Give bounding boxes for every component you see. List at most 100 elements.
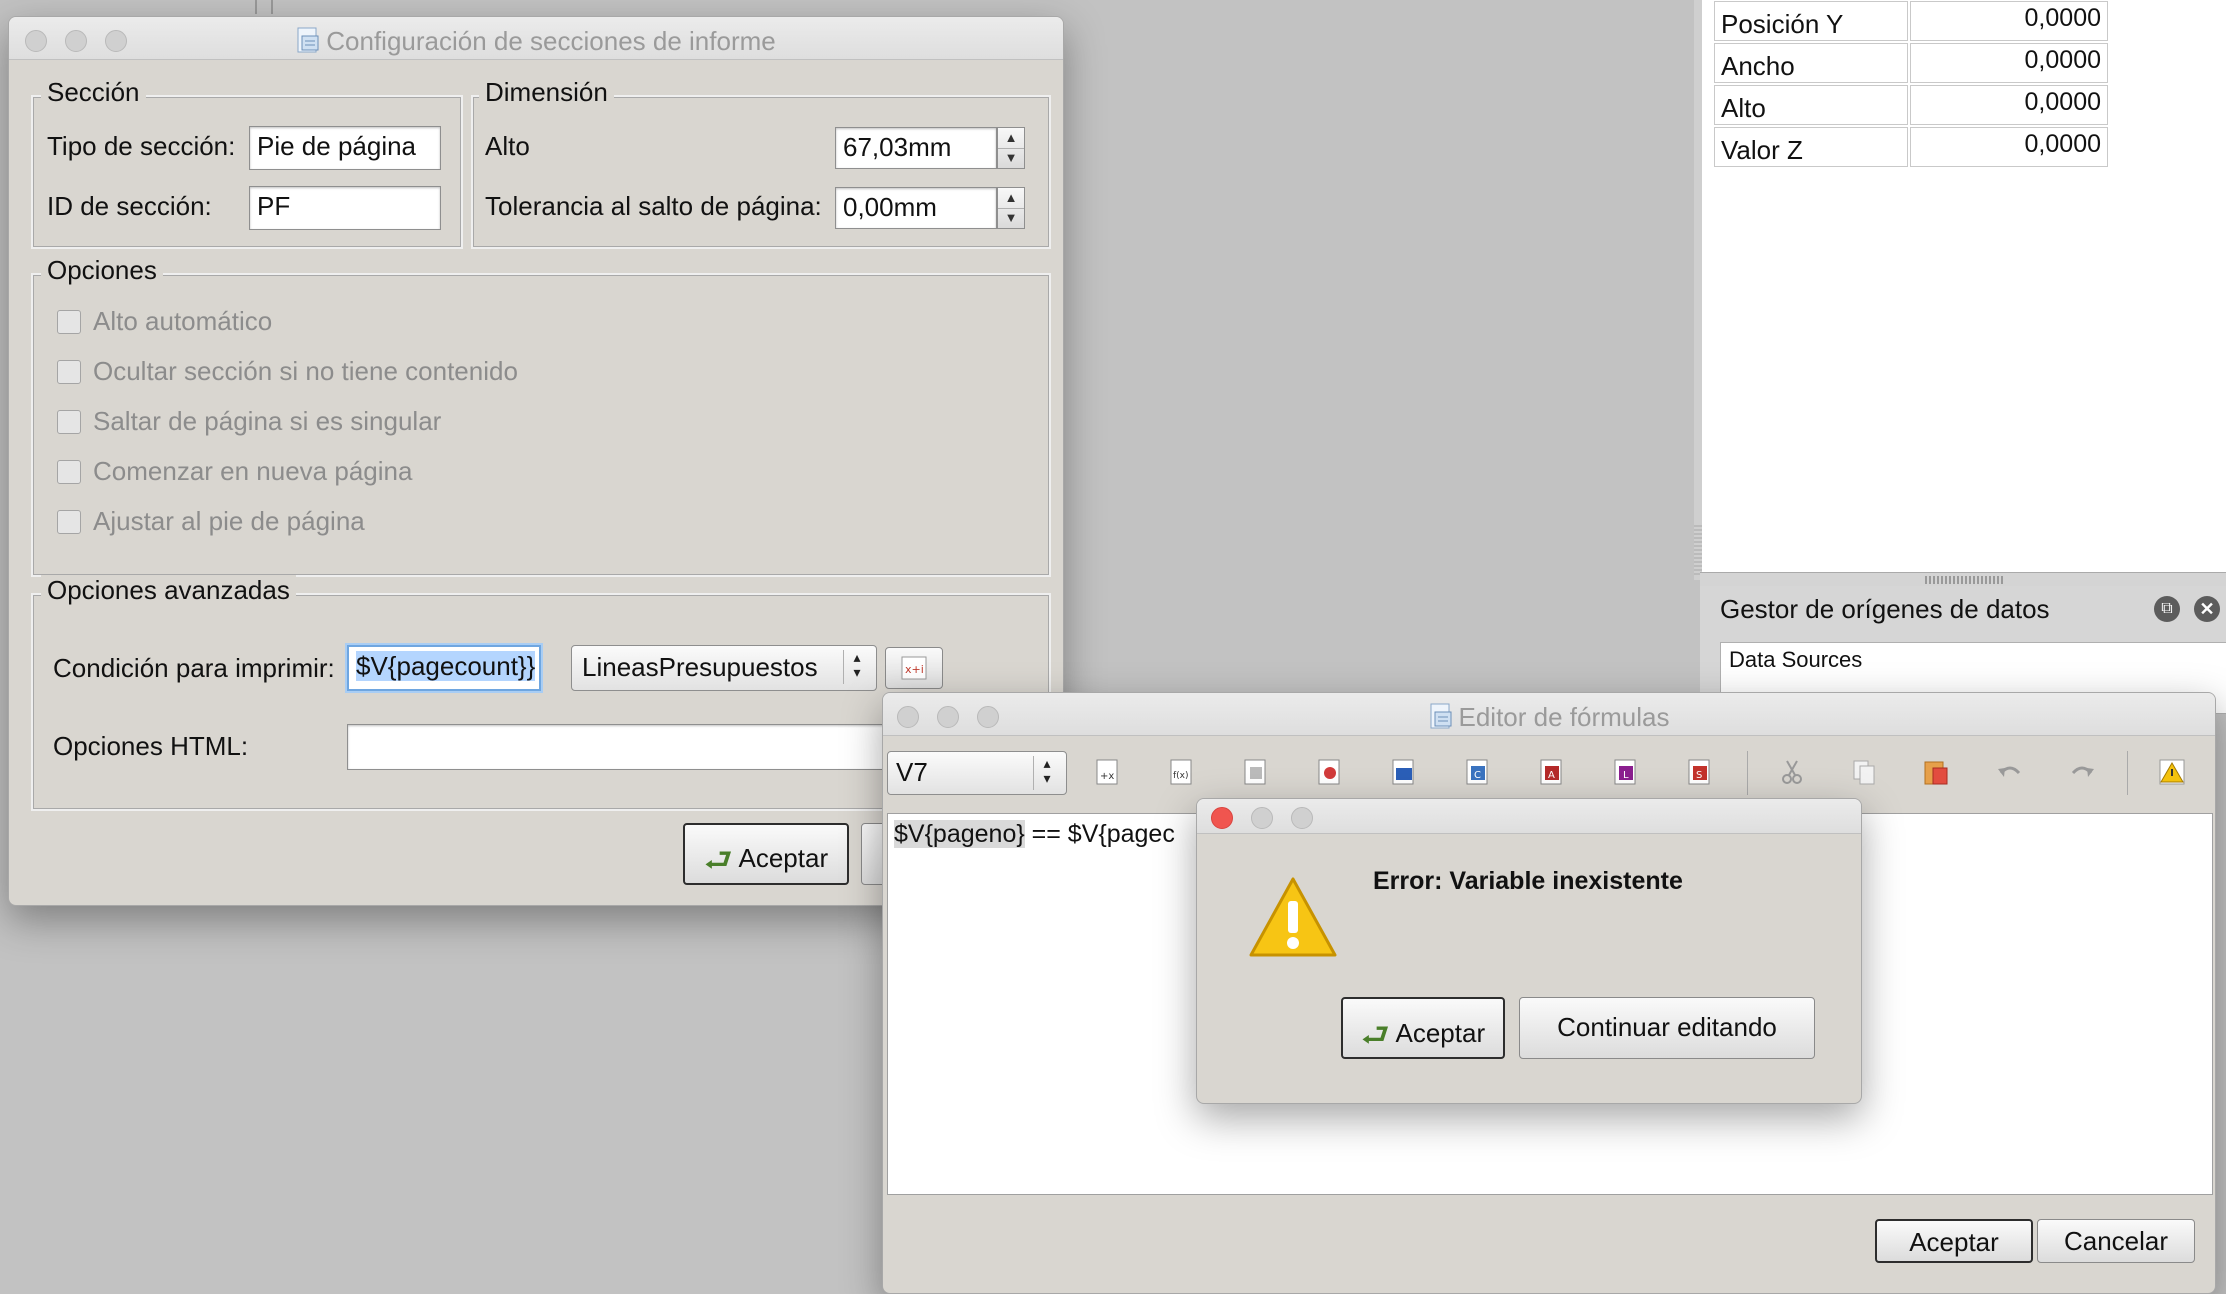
blue-folder-icon[interactable] (1389, 757, 1419, 787)
html-options-label: Opciones HTML: (53, 731, 249, 761)
function-icon[interactable]: f(x) (1167, 757, 1197, 787)
field-icon[interactable] (1241, 757, 1271, 787)
tolerance-field[interactable]: 0,00mm (835, 187, 997, 229)
toolbar-separator (1747, 751, 1748, 795)
formula-editor-button[interactable]: x+i (885, 647, 943, 689)
height-spinner[interactable]: ▲ ▼ (997, 127, 1025, 169)
window-title-text: Configuración de secciones de informe (326, 26, 776, 56)
section-type-field[interactable]: Pie de página (249, 126, 441, 170)
option-label: Saltar de página si es singular (93, 406, 442, 436)
print-condition-label: Condición para imprimir: (53, 653, 335, 683)
zoom-button[interactable] (1291, 807, 1313, 829)
label-icon[interactable]: L (1611, 757, 1641, 787)
prop-name: Ancho (1714, 43, 1908, 83)
window-title: Configuración de secciones de informe (9, 26, 1063, 61)
spin-down-icon[interactable]: ▼ (998, 208, 1024, 228)
datasource-select[interactable]: LineasPresupuestos ▴ ▾ (571, 645, 877, 691)
prop-name: Alto (1714, 85, 1908, 125)
close-button[interactable] (1211, 807, 1233, 829)
tolerance-spinner[interactable]: ▲ ▼ (997, 187, 1025, 229)
formula-accept-label: Aceptar (1909, 1227, 1999, 1257)
datasource-select-value: LineasPresupuestos (582, 652, 818, 682)
spin-up-icon[interactable]: ▲ (998, 128, 1024, 149)
constant-icon[interactable]: C (1463, 757, 1493, 787)
svg-text:x+i: x+i (905, 663, 924, 676)
spin-down-icon[interactable]: ▼ (998, 148, 1024, 168)
spin-up-icon[interactable]: ▲ (998, 188, 1024, 209)
report-document-icon (1429, 702, 1453, 737)
formula-cancel-button[interactable]: Cancelar (2037, 1219, 2195, 1263)
prop-value[interactable]: 0,0000 (1910, 1, 2108, 41)
options-group-label: Opciones (41, 255, 163, 286)
prop-name: Posición Y (1714, 1, 1908, 41)
cut-icon[interactable] (1777, 757, 1807, 787)
formula-rest-text: == $V{pagec (1024, 820, 1175, 848)
formula-accept-button[interactable]: Aceptar (1875, 1219, 2033, 1263)
window-title: Editor de fórmulas (883, 702, 2215, 737)
option-fit-footer[interactable]: Ajustar al pie de página (57, 506, 365, 537)
aggregate-icon[interactable]: A (1537, 757, 1567, 787)
dock-float-icon[interactable]: ⧉ (2154, 596, 2180, 622)
checkbox[interactable] (57, 360, 81, 384)
formula-highlight-text: $V{pageno} (894, 820, 1025, 848)
parameter-icon[interactable] (1315, 757, 1345, 787)
left-splitter[interactable] (1694, 0, 1702, 580)
check-syntax-warning-icon[interactable] (2157, 757, 2187, 787)
option-label: Alto automático (93, 306, 273, 336)
window-title-text: Editor de fórmulas (1458, 702, 1670, 732)
select-arrows-icon: ▴ ▾ (843, 650, 870, 684)
variable-select[interactable]: V7 ▴ ▾ (887, 751, 1067, 795)
prop-value[interactable]: 0,0000 (1910, 85, 2108, 125)
section-id-field[interactable]: PF (249, 186, 441, 230)
config-accept-button[interactable]: ⮐ Aceptar (683, 823, 849, 885)
error-accept-button[interactable]: ⮐ Aceptar (1341, 997, 1505, 1059)
option-label: Ocultar sección si no tiene contenido (93, 356, 518, 386)
tree-header[interactable]: Data Sources (1729, 647, 1862, 673)
print-condition-field[interactable]: $V{pagecount}} (347, 645, 541, 691)
option-page-break-singular[interactable]: Saltar de página si es singular (57, 406, 441, 437)
error-titlebar[interactable] (1197, 799, 1861, 834)
formula-titlebar[interactable]: Editor de fórmulas (883, 693, 2215, 736)
dock-close-icon[interactable]: ✕ (2194, 596, 2220, 622)
option-label: Comenzar en nueva página (93, 456, 413, 486)
checkbox[interactable] (57, 460, 81, 484)
option-new-page[interactable]: Comenzar en nueva página (57, 456, 412, 487)
toolbar-separator (2127, 751, 2128, 795)
prop-value[interactable]: 0,0000 (1910, 43, 2108, 83)
config-titlebar[interactable]: Configuración de secciones de informe (9, 17, 1063, 60)
copy-icon[interactable] (1849, 757, 1879, 787)
svg-text:C: C (1474, 770, 1481, 781)
undo-icon[interactable] (1995, 757, 2025, 787)
print-condition-selected-text: $V{pagecount}} (356, 651, 536, 681)
option-auto-height[interactable]: Alto automático (57, 306, 272, 337)
formula-text: $V{pageno} == $V{pagec (894, 820, 1175, 849)
add-variable-icon[interactable]: +x (1093, 757, 1123, 787)
height-field[interactable]: 67,03mm (835, 127, 997, 169)
redo-icon[interactable] (2067, 757, 2097, 787)
error-accept-label: Aceptar (1395, 1018, 1486, 1048)
horizontal-splitter[interactable] (1700, 572, 2226, 587)
variable-select-value: V7 (896, 757, 928, 787)
minimize-button[interactable] (1251, 807, 1273, 829)
splitter-grip (1925, 576, 2005, 584)
prop-value[interactable]: 0,0000 (1910, 127, 2108, 167)
paste-icon[interactable] (1921, 757, 1951, 787)
vertical-splitter-grip[interactable] (1694, 525, 1702, 575)
option-hide-empty[interactable]: Ocultar sección si no tiene contenido (57, 356, 518, 387)
script-icon[interactable]: S (1685, 757, 1715, 787)
formula-icon: x+i (901, 656, 927, 680)
option-label: Ajustar al pie de página (93, 506, 365, 536)
continue-editing-button[interactable]: Continuar editando (1519, 997, 1815, 1059)
checkbox[interactable] (57, 510, 81, 534)
top-splitter-mark (255, 0, 273, 14)
accept-arrow-icon: ⮐ (1360, 1017, 1390, 1053)
formula-cancel-label: Cancelar (2063, 1226, 2169, 1256)
section-group-label: Sección (41, 77, 146, 108)
error-message: Error: Variable inexistente (1373, 867, 1683, 895)
section-type-label: Tipo de sección: (47, 131, 236, 161)
checkbox[interactable] (57, 310, 81, 334)
warning-icon (1249, 877, 1337, 957)
checkbox[interactable] (57, 410, 81, 434)
datasources-title: Gestor de orígenes de datos (1720, 594, 2050, 624)
dimension-group-label: Dimensión (479, 77, 614, 108)
